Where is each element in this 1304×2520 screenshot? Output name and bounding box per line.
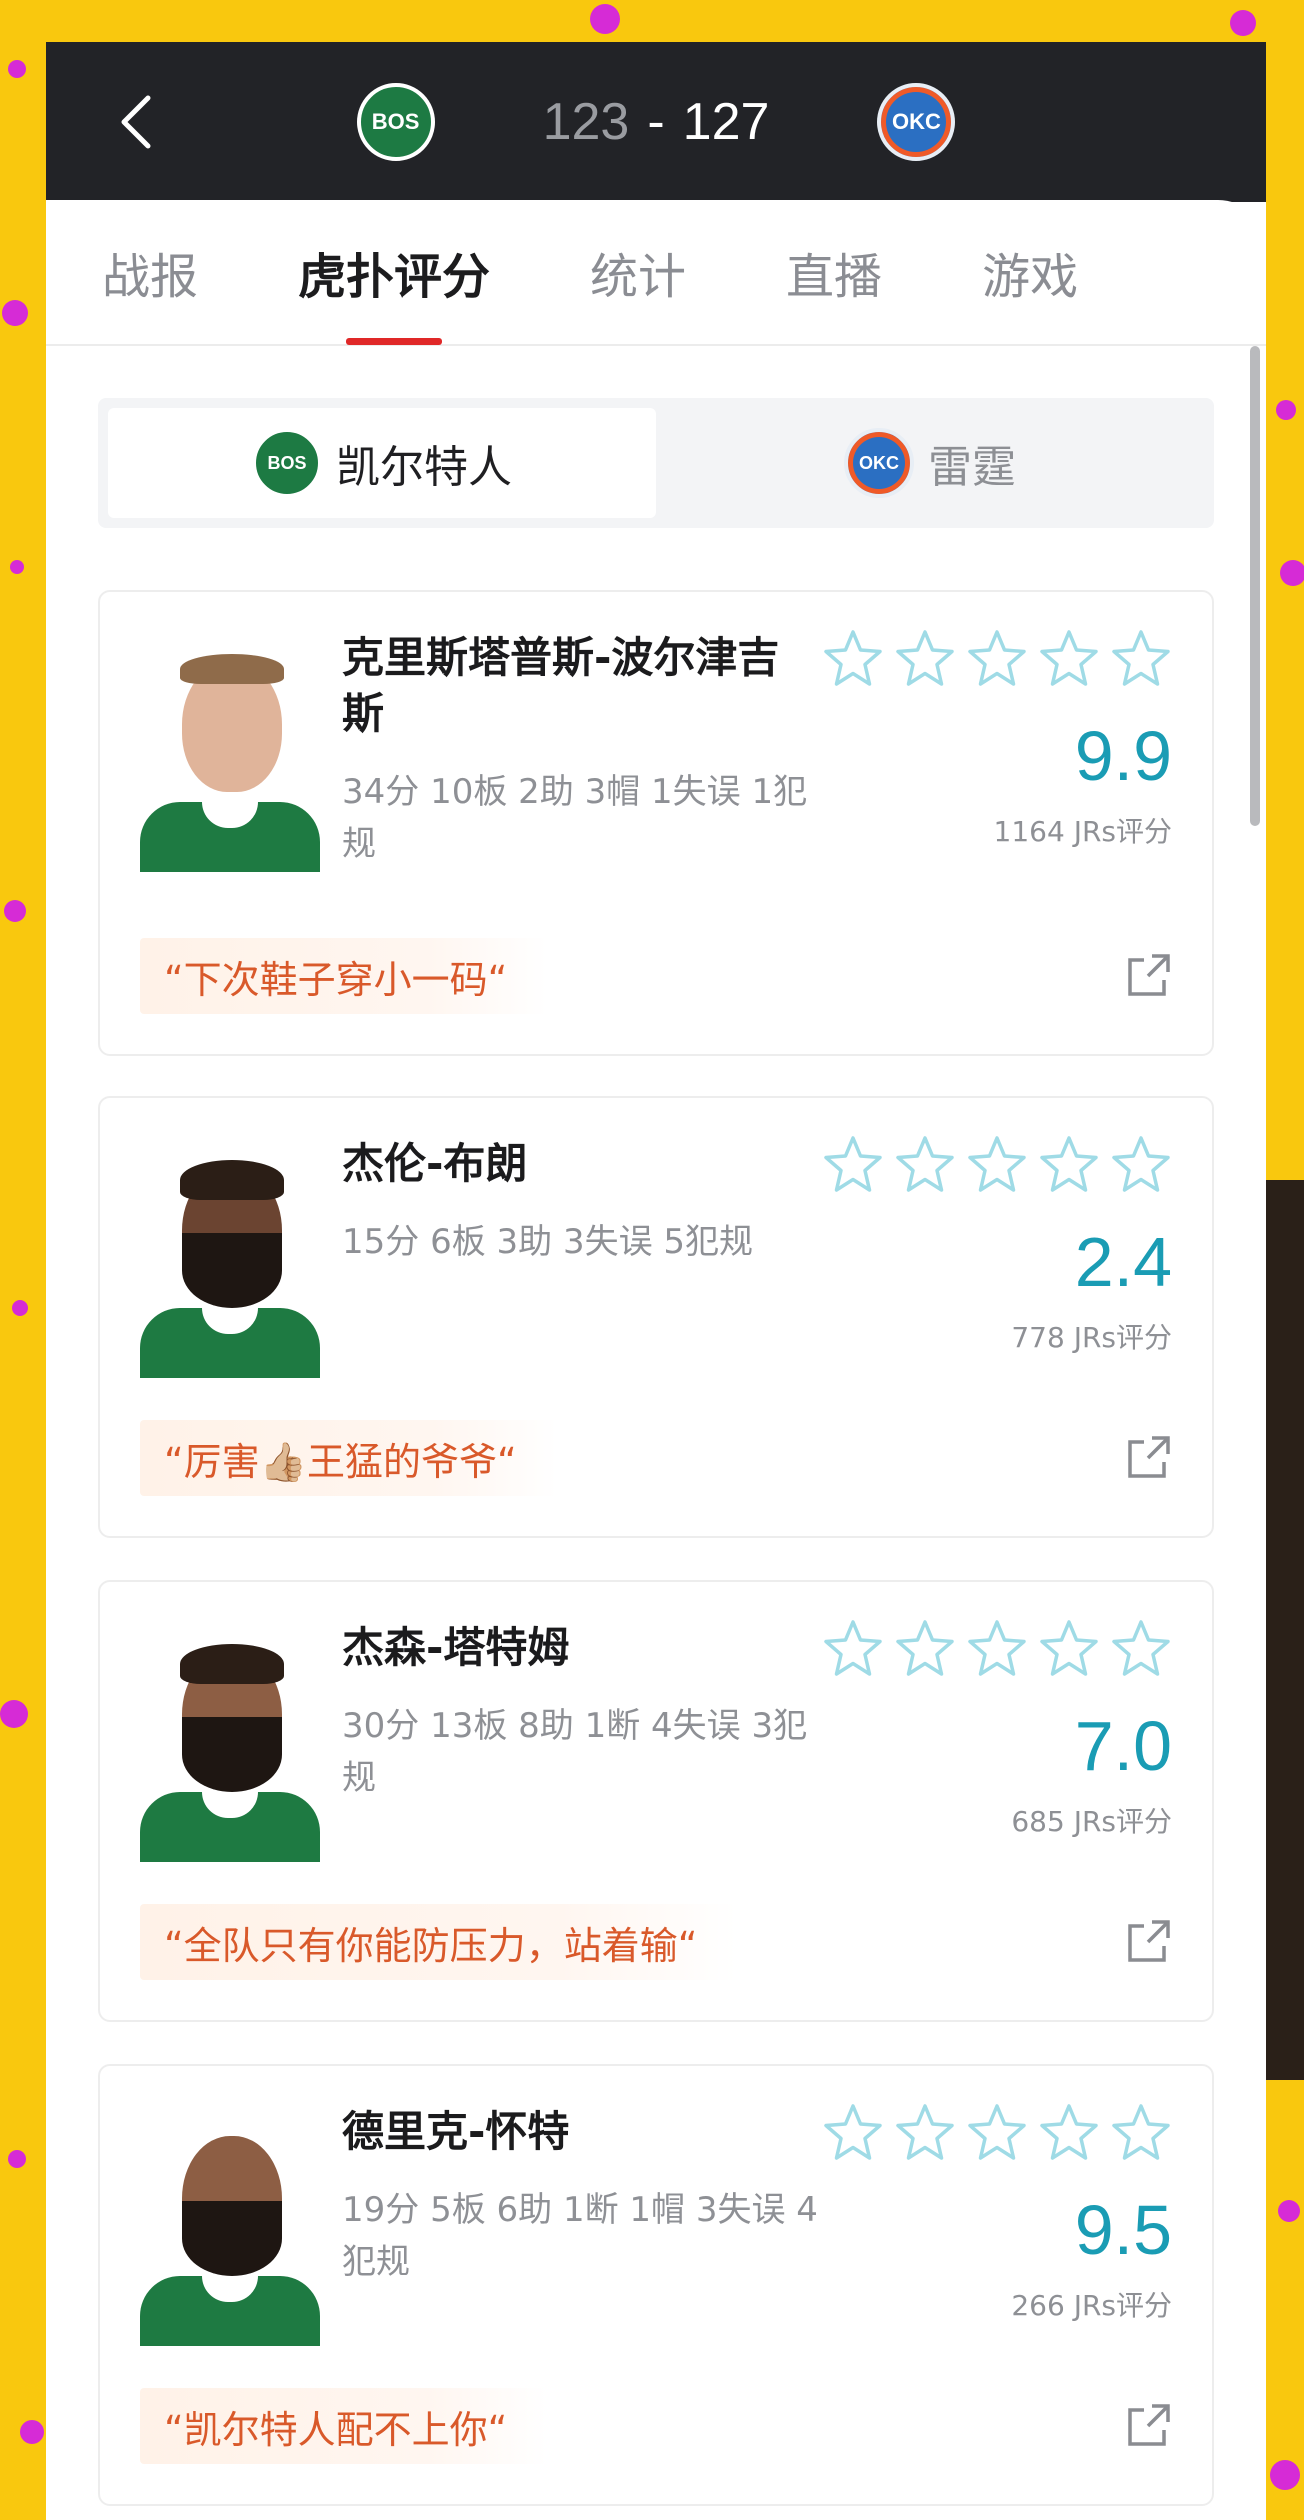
background-photo-edge bbox=[1264, 1180, 1304, 2080]
player-avatar bbox=[140, 1622, 320, 1862]
star-rating[interactable] bbox=[822, 1618, 1172, 1680]
player-rating: 9.9 bbox=[1074, 717, 1172, 795]
player-rating: 9.5 bbox=[1074, 2191, 1172, 2269]
home-team-logo[interactable]: BOS bbox=[356, 83, 435, 161]
top-comment[interactable]: “全队只有你能防压力，站着输“ bbox=[140, 1904, 738, 1980]
share-icon[interactable] bbox=[1126, 2402, 1172, 2448]
chevron-left-icon bbox=[121, 95, 151, 149]
tab-bar: 战报 虎扑评分 统计 直播 游戏 bbox=[46, 200, 1266, 346]
star-rating[interactable] bbox=[822, 2102, 1172, 2164]
thunder-logo: OKC bbox=[844, 428, 914, 498]
star-icon[interactable] bbox=[894, 628, 956, 690]
star-icon[interactable] bbox=[966, 628, 1028, 690]
star-icon[interactable] bbox=[966, 1134, 1028, 1196]
vote-count: 1164 JRs评分 bbox=[993, 815, 1172, 848]
player-avatar bbox=[140, 632, 320, 872]
star-icon[interactable] bbox=[894, 2102, 956, 2164]
player-stats: 30分 13板 8助 1断 4失误 3犯规 bbox=[342, 1706, 808, 1798]
star-icon[interactable] bbox=[1110, 628, 1172, 690]
player-avatar bbox=[140, 2106, 320, 2346]
star-icon[interactable] bbox=[1110, 1134, 1172, 1196]
celtics-logo: BOS bbox=[252, 428, 322, 498]
star-icon[interactable] bbox=[1038, 2102, 1100, 2164]
scrollbar[interactable] bbox=[1250, 346, 1260, 826]
vote-count: 266 JRs评分 bbox=[1011, 2289, 1172, 2322]
tab-games[interactable]: 游戏 bbox=[982, 199, 1078, 345]
player-stats: 15分 6板 3助 3失误 5犯规 bbox=[342, 1222, 754, 1262]
vote-count: 685 JRs评分 bbox=[1011, 1805, 1172, 1838]
star-rating[interactable] bbox=[822, 628, 1172, 690]
team-option-away[interactable]: OKC 雷霆 bbox=[656, 408, 1204, 518]
star-icon[interactable] bbox=[822, 2102, 884, 2164]
star-rating[interactable] bbox=[822, 1134, 1172, 1196]
top-comment[interactable]: “下次鞋子穿小一码“ bbox=[140, 938, 548, 1014]
player-name: 杰伦-布朗 bbox=[342, 1139, 528, 1188]
team-option-label: 凯尔特人 bbox=[336, 442, 512, 493]
star-icon[interactable] bbox=[966, 1618, 1028, 1680]
vote-count: 778 JRs评分 bbox=[1011, 1321, 1172, 1354]
star-icon[interactable] bbox=[1110, 1618, 1172, 1680]
star-icon[interactable] bbox=[822, 1618, 884, 1680]
player-stats: 19分 5板 6助 1断 1帽 3失误 4犯规 bbox=[342, 2190, 818, 2282]
star-icon[interactable] bbox=[1038, 1618, 1100, 1680]
team-switcher: BOS 凯尔特人 OKC 雷霆 bbox=[98, 398, 1214, 528]
player-card[interactable]: 杰伦-布朗 15分 6板 3助 3失误 5犯规 2.4 778 JRs评分 “厉… bbox=[98, 1096, 1214, 1538]
player-name: 克里斯塔普斯-波尔津吉斯 bbox=[342, 633, 780, 738]
player-name: 德里克-怀特 bbox=[342, 2107, 570, 2156]
back-button[interactable] bbox=[106, 92, 166, 152]
player-stats: 34分 10板 2助 3帽 1失误 1犯规 bbox=[342, 772, 808, 864]
score-header: BOS 123 - 127 OKC bbox=[46, 42, 1266, 202]
star-icon[interactable] bbox=[822, 628, 884, 690]
top-comment[interactable]: “凯尔特人配不上你“ bbox=[140, 2388, 548, 2464]
share-icon[interactable] bbox=[1126, 952, 1172, 998]
tab-hupu-rating[interactable]: 虎扑评分 bbox=[298, 199, 490, 345]
away-score: 127 bbox=[682, 93, 770, 151]
scoreboard: BOS 123 - 127 OKC bbox=[356, 83, 956, 161]
top-comment[interactable]: “厉害👍🏼王猛的爷爷“ bbox=[140, 1420, 557, 1496]
team-option-home[interactable]: BOS 凯尔特人 bbox=[108, 408, 656, 518]
away-team-logo[interactable]: OKC bbox=[877, 83, 956, 161]
star-icon[interactable] bbox=[1038, 1134, 1100, 1196]
player-rating: 7.0 bbox=[1074, 1707, 1172, 1785]
home-score: 123 bbox=[542, 93, 630, 151]
player-name: 杰森-塔特姆 bbox=[342, 1623, 570, 1672]
player-card[interactable]: 克里斯塔普斯-波尔津吉斯 34分 10板 2助 3帽 1失误 1犯规 9.9 1… bbox=[98, 590, 1214, 1056]
score-separator: - bbox=[647, 93, 665, 151]
share-icon[interactable] bbox=[1126, 1918, 1172, 1964]
star-icon[interactable] bbox=[894, 1134, 956, 1196]
player-card[interactable]: 德里克-怀特 19分 5板 6助 1断 1帽 3失误 4犯规 9.5 266 J… bbox=[98, 2064, 1214, 2506]
star-icon[interactable] bbox=[1038, 628, 1100, 690]
star-icon[interactable] bbox=[822, 1134, 884, 1196]
tab-stats[interactable]: 统计 bbox=[590, 199, 686, 345]
star-icon[interactable] bbox=[1110, 2102, 1172, 2164]
app-window: BOS 123 - 127 OKC 战报 虎扑评分 统计 直播 游戏 BOS 凯… bbox=[46, 42, 1266, 2520]
tab-report[interactable]: 战报 bbox=[102, 199, 198, 345]
tab-live[interactable]: 直播 bbox=[786, 199, 882, 345]
player-avatar bbox=[140, 1138, 320, 1378]
share-icon[interactable] bbox=[1126, 1434, 1172, 1480]
content-sheet: 战报 虎扑评分 统计 直播 游戏 BOS 凯尔特人 OKC 雷霆 克里斯塔普斯-… bbox=[46, 200, 1266, 2520]
player-card[interactable]: 杰森-塔特姆 30分 13板 8助 1断 4失误 3犯规 7.0 685 JRs… bbox=[98, 1580, 1214, 2022]
star-icon[interactable] bbox=[894, 1618, 956, 1680]
team-option-label: 雷霆 bbox=[928, 442, 1016, 493]
star-icon[interactable] bbox=[966, 2102, 1028, 2164]
player-rating: 2.4 bbox=[1074, 1223, 1172, 1301]
